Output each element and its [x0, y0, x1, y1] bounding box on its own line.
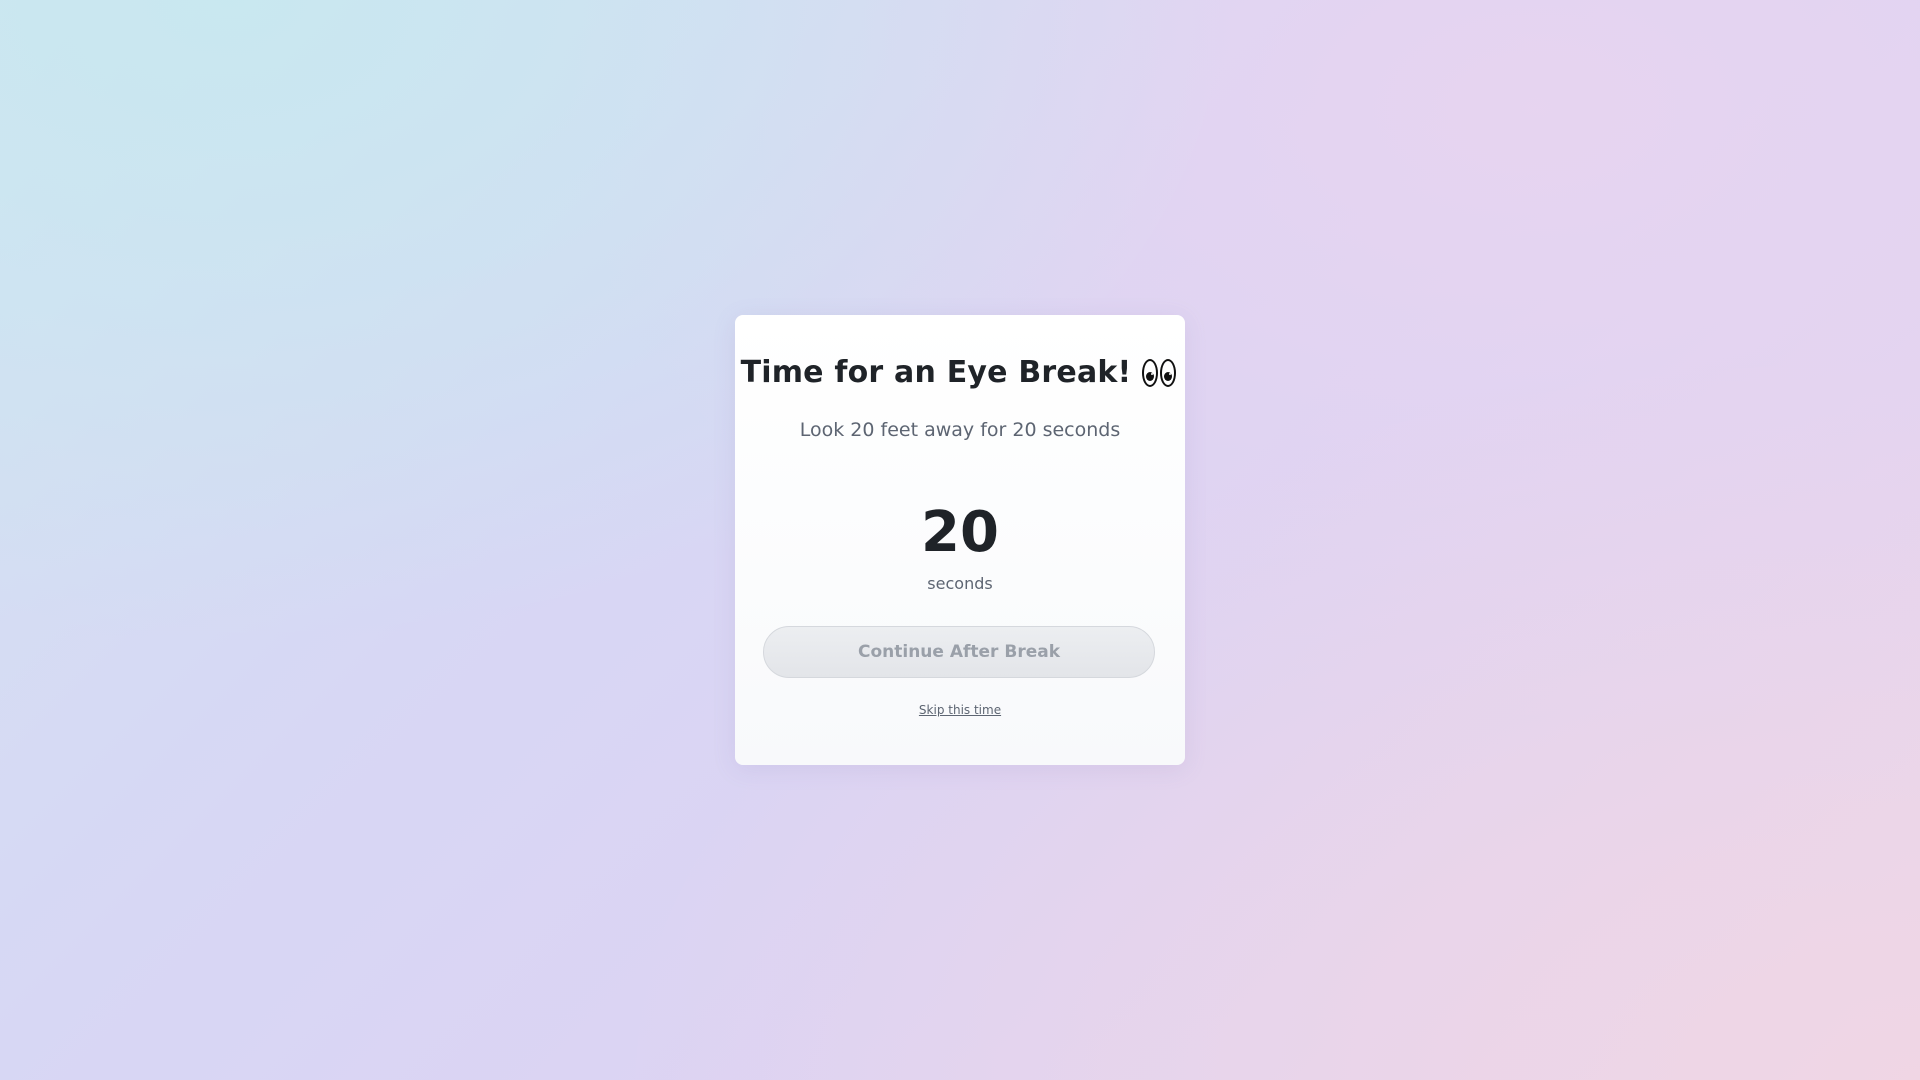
- dialog-title-text: Time for an Eye Break!: [740, 355, 1132, 390]
- continue-after-break-button[interactable]: Continue After Break: [763, 626, 1155, 678]
- countdown-unit: seconds: [927, 574, 993, 593]
- left-eye-shape: [1142, 359, 1159, 387]
- eyes-icon: [1141, 357, 1179, 389]
- dialog-subtitle: Look 20 feet away for 20 seconds: [799, 419, 1121, 441]
- dialog-title: Time for an Eye Break!: [735, 355, 1185, 391]
- countdown-value: 20: [921, 500, 999, 565]
- skip-this-time-link[interactable]: Skip this time: [735, 703, 1185, 717]
- right-eye-shape: [1160, 359, 1177, 387]
- eye-break-dialog: Time for an Eye Break! Look 20 feet away…: [735, 315, 1185, 765]
